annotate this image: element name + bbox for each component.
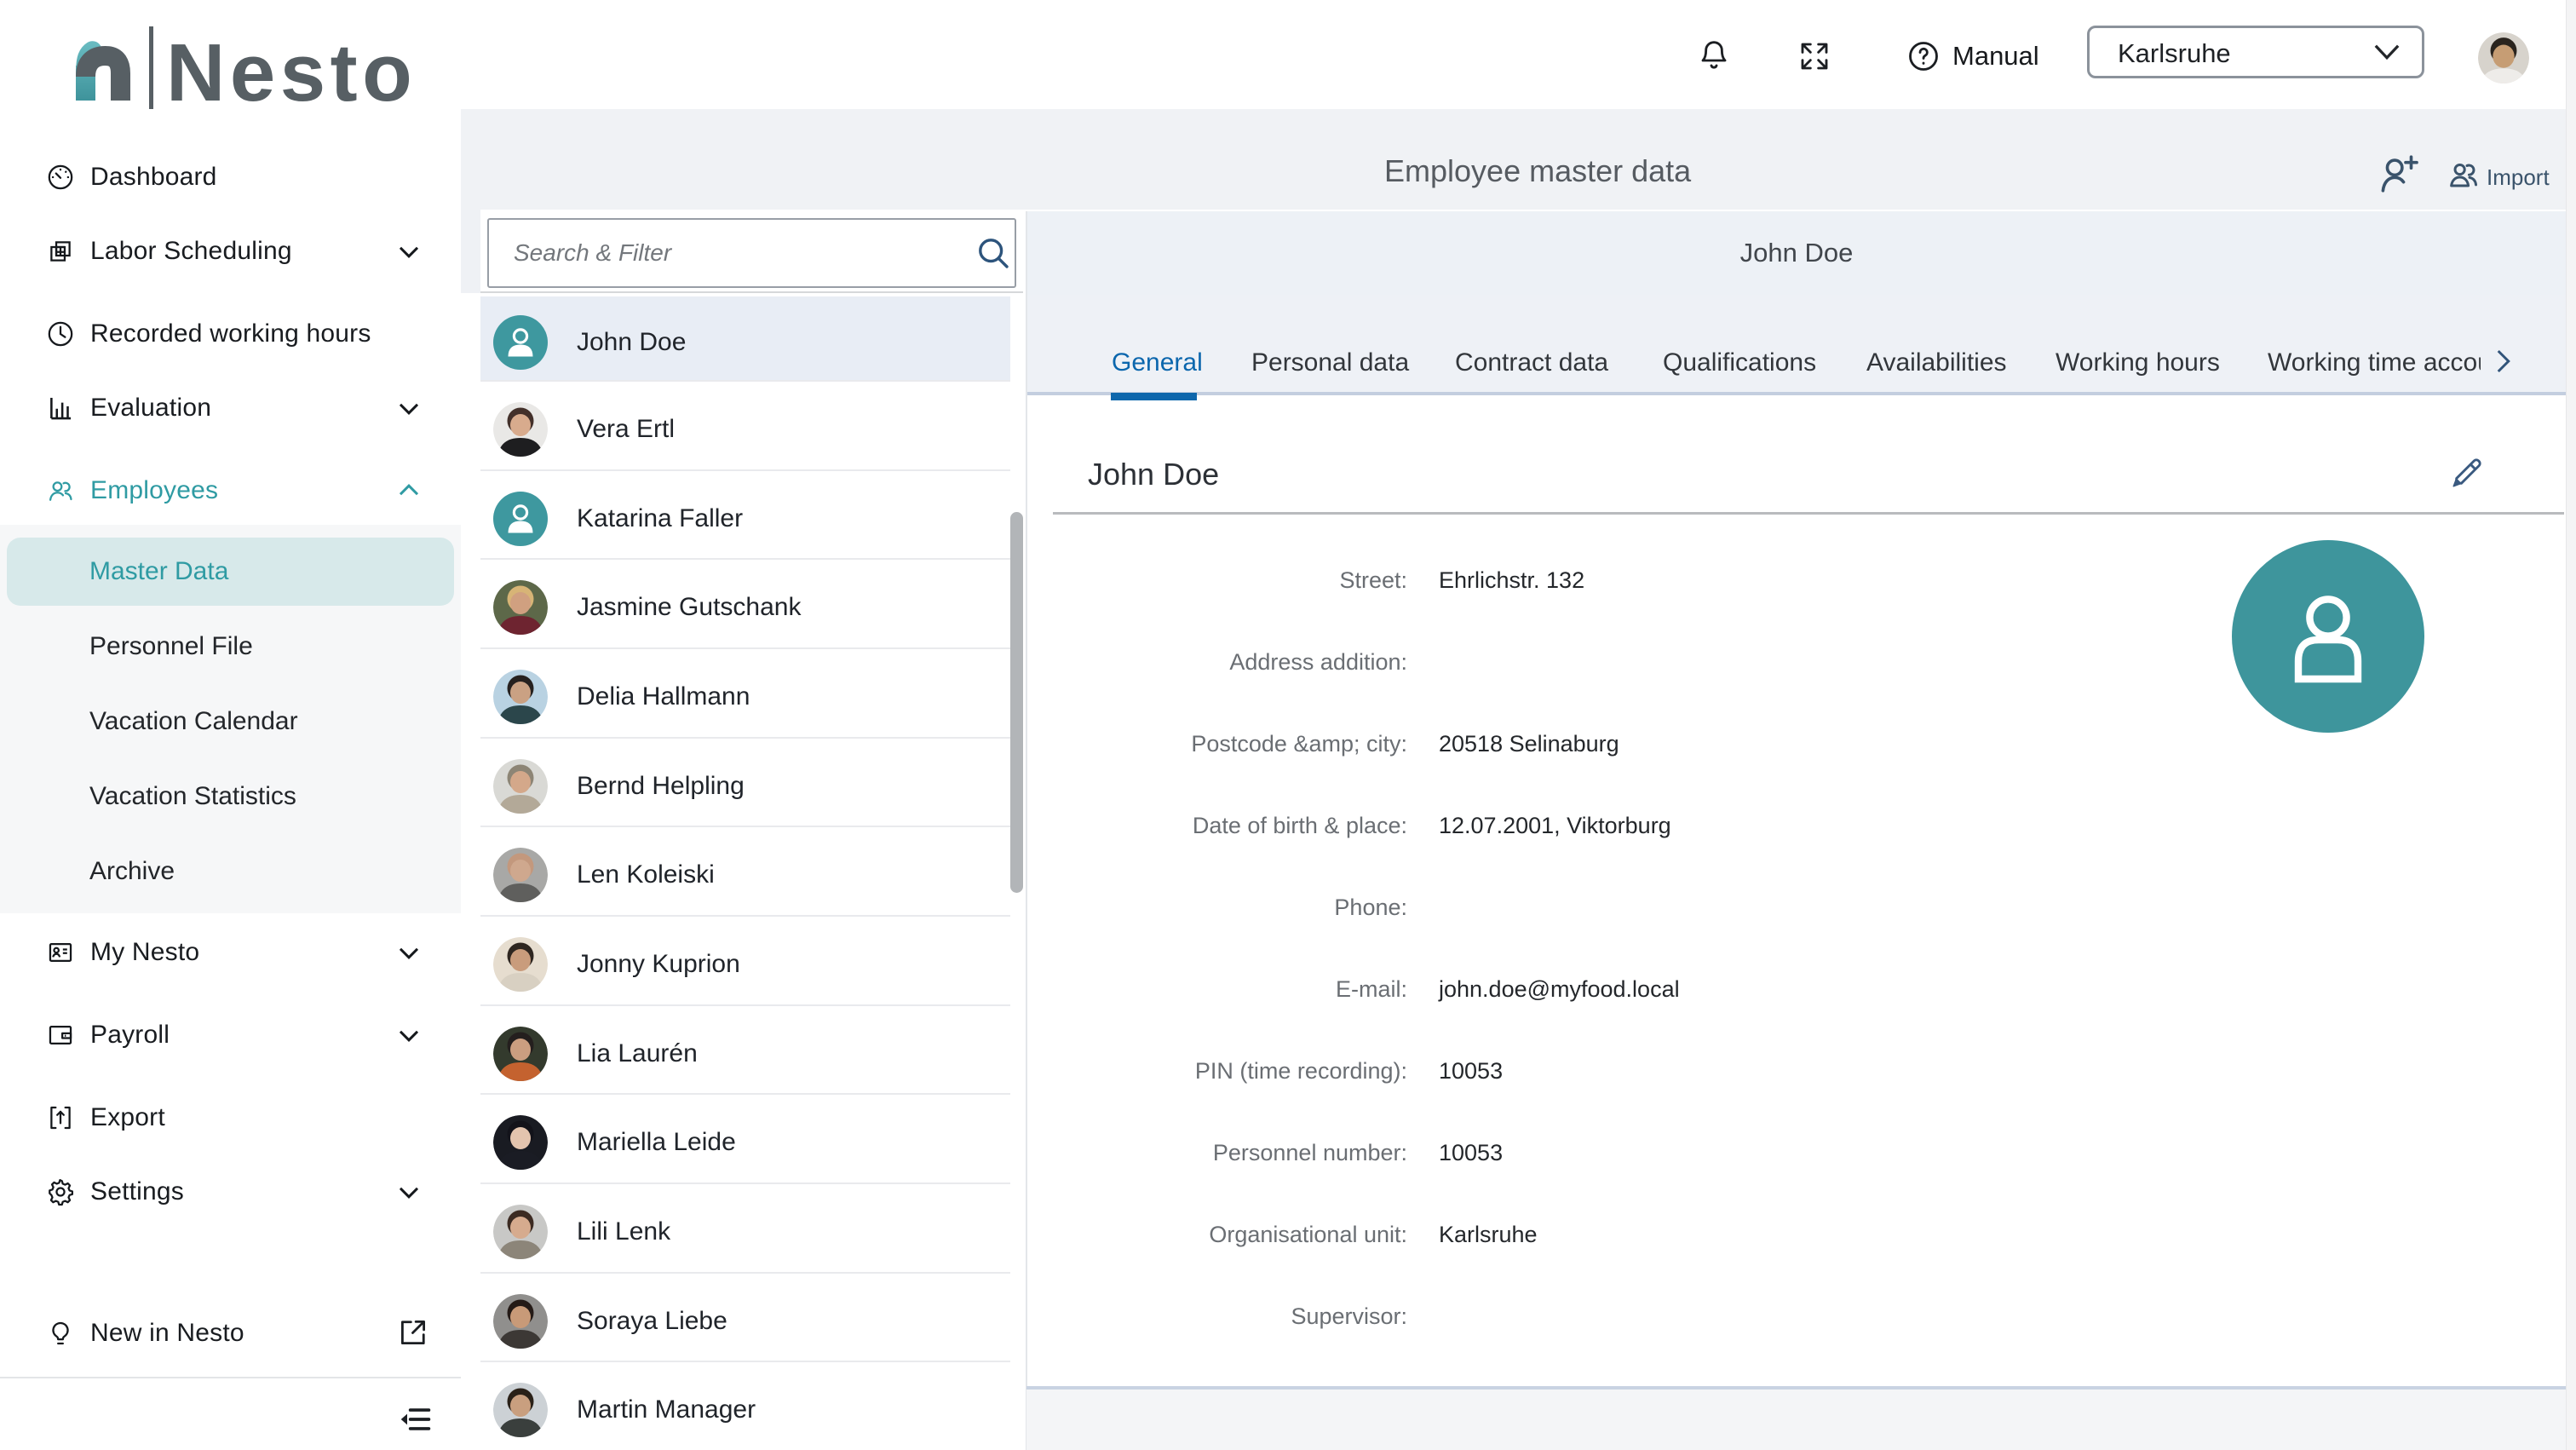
svg-text:Nesto: Nesto	[166, 27, 417, 114]
